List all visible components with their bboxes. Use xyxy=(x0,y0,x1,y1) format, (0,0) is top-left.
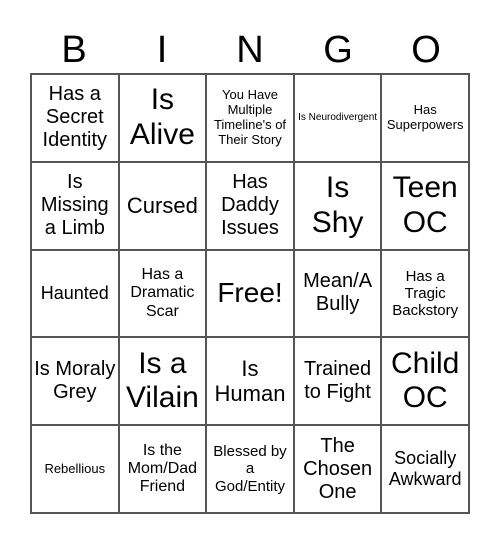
header-letter-n: N xyxy=(236,29,264,71)
header-letter-g: G xyxy=(323,29,353,71)
header-letter-o: O xyxy=(411,29,441,71)
bingo-cell[interactable]: Trained to Fight xyxy=(293,337,382,426)
bingo-cell[interactable]: Is Neurodivergent xyxy=(293,74,382,162)
bingo-cell[interactable]: Has a Secret Identity xyxy=(31,74,119,162)
bingo-cell[interactable]: Has Daddy Issues xyxy=(206,161,294,250)
bingo-cell[interactable]: Haunted xyxy=(31,249,119,338)
bingo-cell[interactable]: Is Missing a Limb xyxy=(31,161,119,250)
bingo-cell[interactable]: Has a Tragic Backstory xyxy=(381,249,469,338)
bingo-cell[interactable]: Teen OC xyxy=(381,161,469,250)
bingo-cell[interactable]: Blessed by a God/Entity xyxy=(206,425,294,513)
bingo-grid: Has a Secret Identity Is Alive You Have … xyxy=(30,73,470,514)
bingo-cell[interactable]: Mean/A Bully xyxy=(293,249,382,338)
free-space-cell[interactable]: Free! xyxy=(206,249,294,338)
bingo-cell[interactable]: Is Shy xyxy=(293,161,382,250)
bingo-cell[interactable]: Is the Mom/Dad Friend xyxy=(118,425,207,513)
bingo-cell[interactable]: Is a Vilain xyxy=(118,337,207,426)
bingo-cell[interactable]: Is Moraly Grey xyxy=(31,337,119,426)
bingo-cell[interactable]: Child OC xyxy=(381,337,469,426)
bingo-cell[interactable]: Is Human xyxy=(206,337,294,426)
bingo-cell[interactable]: Has a Dramatic Scar xyxy=(118,249,207,338)
bingo-header: B I N G O xyxy=(30,28,470,72)
bingo-cell[interactable]: Is Alive xyxy=(118,74,207,162)
header-letter-i: I xyxy=(156,29,168,71)
bingo-cell[interactable]: The Chosen One xyxy=(293,425,382,513)
bingo-cell[interactable]: Socially Awkward xyxy=(381,425,469,513)
header-letter-b: B xyxy=(61,29,87,71)
bingo-cell[interactable]: Cursed xyxy=(118,161,207,250)
bingo-cell[interactable]: Has Superpowers xyxy=(381,74,469,162)
bingo-cell[interactable]: You Have Multiple Timeline's of Their St… xyxy=(206,74,294,162)
bingo-cell[interactable]: Rebellious xyxy=(31,425,119,513)
